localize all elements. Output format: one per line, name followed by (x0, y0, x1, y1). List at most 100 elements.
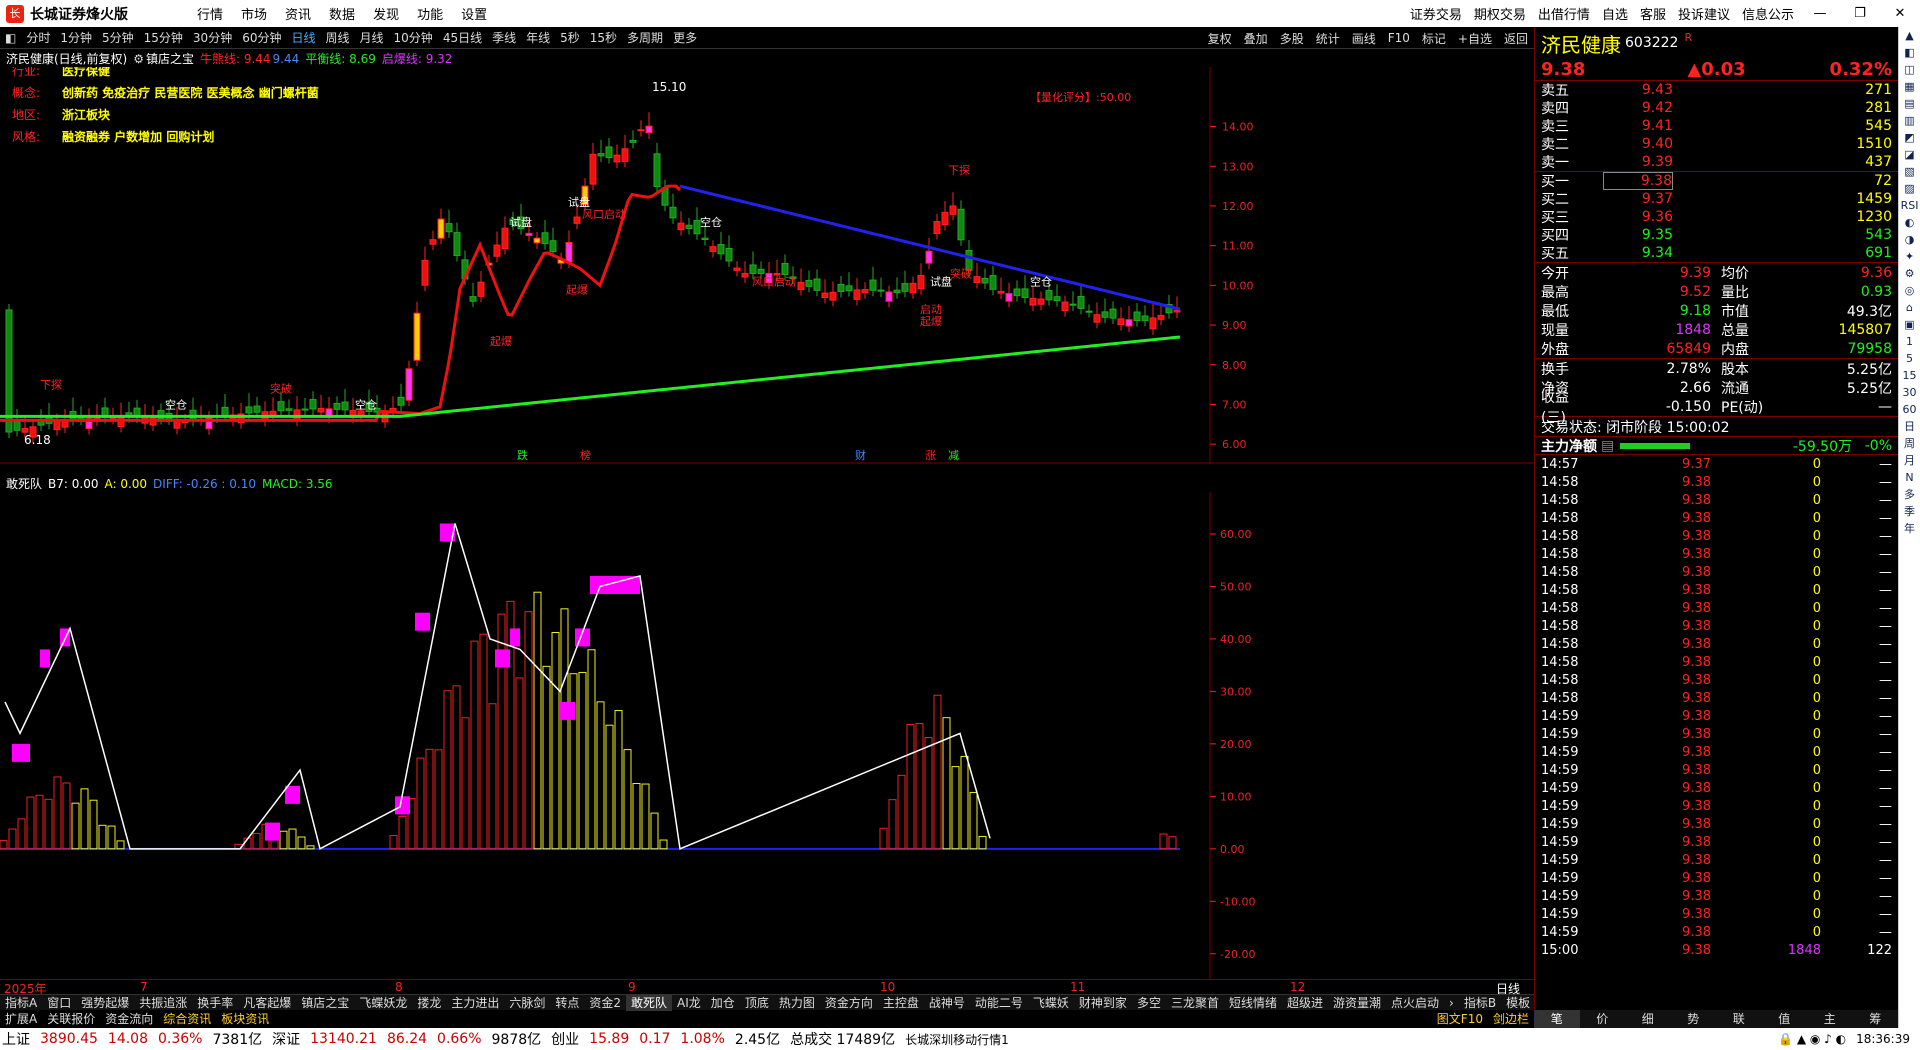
event-mark[interactable]: 榜 (580, 448, 591, 462)
extension-tab[interactable]: 综合资讯 (158, 1010, 216, 1027)
period-tab[interactable]: 年线 (526, 29, 550, 46)
sub-indicator-chart[interactable]: 60.00 50.00 40.00 30.00 20.00 10.00 0.00 -10.00… (0, 492, 1534, 980)
extension-tab[interactable]: 关联报价 (42, 1010, 100, 1027)
period-tab[interactable]: 周线 (326, 29, 350, 46)
indicator-tab[interactable]: 换手率 (192, 994, 238, 1011)
sidebar-tool-icon[interactable]: ◫ (1904, 61, 1914, 78)
extension-tab[interactable]: 板块资讯 (216, 1010, 274, 1027)
period-tab[interactable]: 日线 (291, 29, 315, 46)
indicator-name[interactable]: 镇店之宝 (146, 50, 194, 67)
quote-tab[interactable]: 主 (1807, 1010, 1853, 1028)
indicator-tab[interactable]: 搂龙 (412, 994, 446, 1011)
quote-tab[interactable]: 值 (1762, 1010, 1808, 1028)
sidebar-tool-icon[interactable]: 30 (1903, 384, 1917, 401)
indicator-tab[interactable]: 转点 (550, 994, 584, 1011)
close-button[interactable]: ✕ (1886, 6, 1914, 21)
sidebar-tool-icon[interactable]: ◩ (1904, 129, 1914, 146)
menu-item[interactable]: 市场 (241, 8, 267, 23)
quote-tab[interactable]: 筹 (1853, 1010, 1899, 1028)
indicator-tab[interactable]: 强势起爆 (76, 994, 134, 1011)
sidebar-tool-icon[interactable]: ◐ (1905, 214, 1915, 231)
menu-item[interactable]: 发现 (373, 8, 399, 23)
chart-tool-button[interactable]: 统计 (1316, 30, 1340, 47)
period-tab[interactable]: 5分钟 (102, 29, 134, 46)
sidebar-tool-icon[interactable]: ◧ (1904, 44, 1914, 61)
sidebar-tool-icon[interactable]: ◎ (1905, 282, 1915, 299)
indicator-tab[interactable]: 窗口 (42, 994, 76, 1011)
main-flow-icon[interactable]: ▤ (1601, 438, 1614, 454)
period-tab[interactable]: 月线 (360, 29, 384, 46)
sidebar-tool-icon[interactable]: 季 (1904, 503, 1915, 520)
indicator-tab[interactable]: 主力进出 (446, 994, 504, 1011)
f10-tab[interactable]: 剑边栏 (1488, 1010, 1534, 1027)
period-tab[interactable]: 分时 (26, 29, 50, 46)
sidebar-tool-icon[interactable]: 日 (1904, 418, 1915, 435)
menu-item[interactable]: 资讯 (285, 8, 311, 23)
indicator-tab[interactable]: 凡客起爆 (238, 994, 296, 1011)
indicator-tab[interactable]: 点火启动 (1386, 994, 1444, 1011)
period-tab[interactable]: 30分钟 (193, 29, 232, 46)
sidebar-tool-icon[interactable]: ⚙ (1905, 265, 1915, 282)
right-menu-item[interactable]: 客服 (1640, 8, 1666, 23)
sidebar-tool-icon[interactable]: 5 (1906, 350, 1913, 367)
indicator-tab[interactable]: 财神到家 (1074, 994, 1132, 1011)
cy-index-label[interactable]: 创业 (551, 1029, 579, 1049)
indicator-tab[interactable]: 飞蝶妖龙 (354, 994, 412, 1011)
sidebar-tool-icon[interactable]: 1 (1906, 333, 1913, 350)
indicator-tab[interactable]: AI龙 (672, 994, 706, 1011)
right-menu-item[interactable]: 期权交易 (1474, 8, 1526, 23)
right-menu-item[interactable]: 证券交易 (1410, 8, 1462, 23)
sidebar-tool-icon[interactable]: 多 (1904, 486, 1915, 503)
sidebar-tool-icon[interactable]: 年 (1904, 520, 1915, 537)
period-tab[interactable]: 10分钟 (394, 29, 433, 46)
event-mark[interactable]: 财 (855, 448, 866, 462)
indicator-tab[interactable]: 战神号 (924, 994, 970, 1011)
chart-tool-button[interactable]: 返回 (1504, 30, 1528, 47)
sidebar-tool-icon[interactable]: ▥ (1904, 112, 1914, 129)
chart-tool-button[interactable]: F10 (1388, 31, 1410, 45)
period-tab[interactable]: 15分钟 (144, 29, 183, 46)
sidebar-tool-icon[interactable]: ⌂ (1906, 299, 1913, 316)
maximize-button[interactable]: ❐ (1846, 6, 1874, 21)
sidebar-tool-icon[interactable]: ◪ (1904, 146, 1914, 163)
chart-tool-button[interactable]: +自选 (1458, 30, 1492, 47)
event-mark[interactable]: 跌 (517, 448, 528, 462)
period-tab[interactable]: 多周期 (627, 29, 663, 46)
quote-tab[interactable]: 联 (1716, 1010, 1762, 1028)
indicator-tab[interactable]: 超级进 (1282, 994, 1328, 1011)
chart-tool-button[interactable]: 多股 (1280, 30, 1304, 47)
menu-item[interactable]: 功能 (417, 8, 443, 23)
sidebar-tool-icon[interactable]: ▧ (1904, 163, 1914, 180)
sidebar-tool-icon[interactable]: ▤ (1904, 95, 1914, 112)
sidebar-tool-icon[interactable]: 月 (1904, 452, 1915, 469)
indicator-tab[interactable]: 资金2 (584, 994, 626, 1011)
period-tab[interactable]: 季线 (492, 29, 516, 46)
sidebar-tool-icon[interactable]: RSI (1901, 197, 1919, 214)
indicator-tab[interactable]: 主控盘 (878, 994, 924, 1011)
sidebar-tool-icon[interactable]: ▦ (1904, 78, 1914, 95)
f10-tab[interactable]: 图文F10 (1432, 1010, 1488, 1027)
menu-item[interactable]: 行情 (197, 8, 223, 23)
extension-tab[interactable]: 扩展A (0, 1010, 42, 1027)
sidebar-tool-icon[interactable]: 60 (1903, 401, 1917, 418)
event-mark[interactable]: 涨 (925, 449, 936, 462)
menu-item[interactable]: 设置 (461, 8, 487, 23)
indicator-tab[interactable]: 加仓 (706, 994, 740, 1011)
indicator-b-tab[interactable]: 指标B (1459, 994, 1501, 1011)
right-menu-item[interactable]: 信息公示 (1742, 8, 1794, 23)
quote-tab[interactable]: 价 (1580, 1010, 1626, 1028)
sidebar-tool-icon[interactable]: 周 (1904, 435, 1915, 452)
period-tab[interactable]: 15秒 (590, 29, 617, 46)
right-menu-item[interactable]: 自选 (1602, 8, 1628, 23)
sidebar-tool-icon[interactable]: ▲ (1905, 27, 1913, 44)
sh-index-label[interactable]: 上证 (2, 1029, 30, 1049)
chart-tool-button[interactable]: 标记 (1422, 30, 1446, 47)
indicator-tab[interactable]: 飞蝶妖 (1028, 994, 1074, 1011)
indicator-tab[interactable]: 多空 (1132, 994, 1166, 1011)
chart-tool-button[interactable]: 画线 (1352, 30, 1376, 47)
quote-tab[interactable]: 势 (1671, 1010, 1717, 1028)
period-tab[interactable]: 45日线 (443, 29, 482, 46)
status-icons[interactable]: 🔒 ▲ ◉ ♪ ◐ (1778, 1032, 1846, 1046)
event-mark[interactable]: 减 (948, 449, 959, 462)
indicator-tab[interactable]: 六脉剑 (504, 994, 550, 1011)
